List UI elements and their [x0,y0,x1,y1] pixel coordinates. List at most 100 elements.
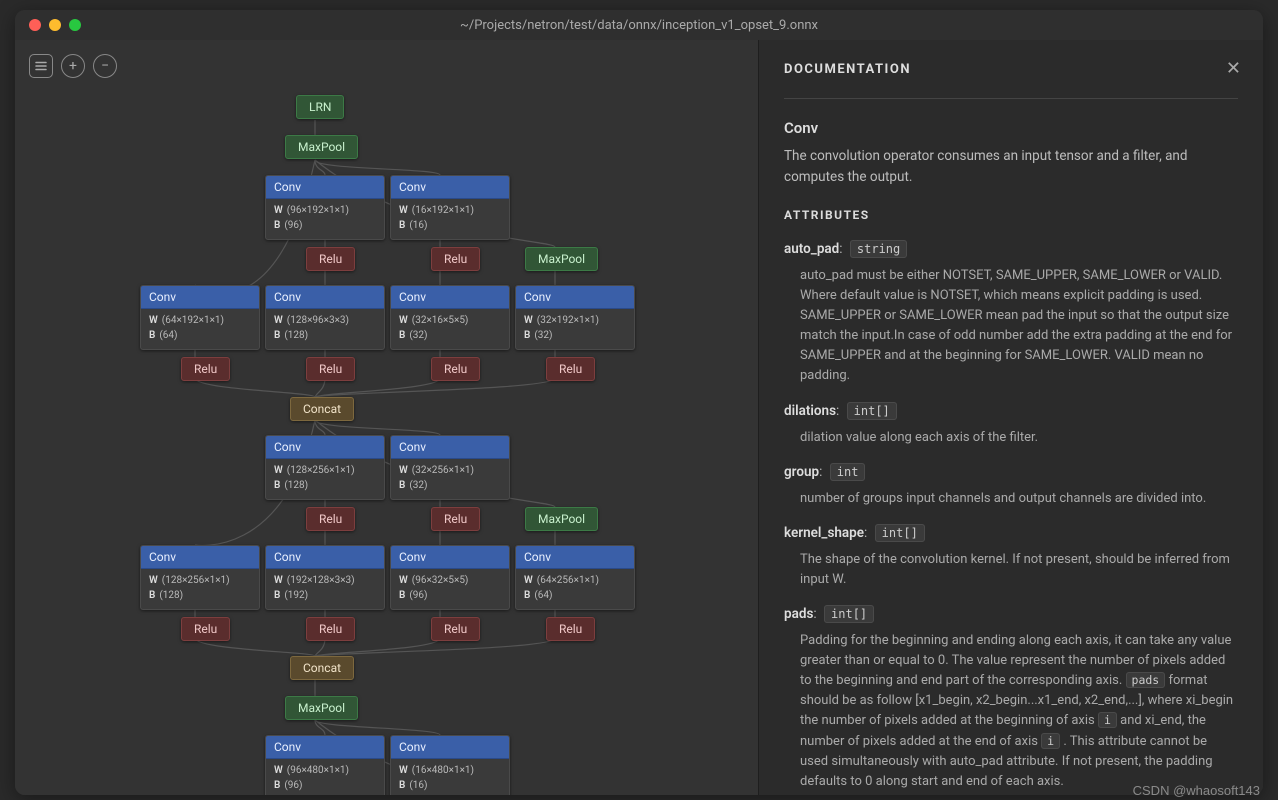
node-concat[interactable]: Concat [290,397,354,421]
attr-name: dilations [784,403,836,419]
node-conv[interactable]: Conv W(32×16×5×5)B(32) [390,285,510,350]
conv-body: W(64×256×1×1)B(64) [516,569,634,609]
conv-header: Conv [141,546,259,569]
conv-header: Conv [266,546,384,569]
node-maxpool[interactable]: MaxPool [525,247,598,271]
node-conv[interactable]: Conv W(128×256×1×1)B(128) [265,435,385,500]
attr-type: int[] [847,402,897,420]
node-maxpool[interactable]: MaxPool [285,696,358,720]
conv-header: Conv [391,436,509,459]
node-relu[interactable]: Relu [431,247,480,271]
conv-header: Conv [516,546,634,569]
close-panel-button[interactable]: ✕ [1226,55,1241,83]
conv-body: W(16×480×1×1)B(16) [391,759,509,795]
conv-header: Conv [266,736,384,759]
menu-icon [34,59,48,73]
graph-canvas[interactable]: + − [15,40,758,795]
node-conv[interactable]: Conv W(16×192×1×1) B(16) [390,175,510,240]
node-conv[interactable]: Conv W(96×192×1×1) B(96) [265,175,385,240]
attr-name: group [784,464,819,480]
zoom-in-button[interactable]: + [61,54,85,78]
op-description: The convolution operator consumes an inp… [784,146,1238,188]
attr-group: group: int number of groups input channe… [784,462,1238,509]
node-maxpool[interactable]: MaxPool [285,135,358,159]
node-conv[interactable]: Conv W(16×480×1×1)B(16) [390,735,510,795]
conv-body: W(96×32×5×5)B(96) [391,569,509,609]
node-relu[interactable]: Relu [546,357,595,381]
conv-body: W(128×96×3×3)B(128) [266,309,384,349]
attr-kernel-shape: kernel_shape: int[] The shape of the con… [784,523,1238,590]
conv-header: Conv [391,546,509,569]
node-maxpool[interactable]: MaxPool [525,507,598,531]
code-pads: pads [1126,672,1166,688]
graph-edges [15,40,758,795]
node-relu[interactable]: Relu [546,617,595,641]
node-conv[interactable]: Conv W(32×256×1×1)B(32) [390,435,510,500]
node-relu[interactable]: Relu [431,617,480,641]
attr-auto-pad: auto_pad: string auto_pad must be either… [784,239,1238,387]
attr-desc: The shape of the convolution kernel. If … [800,550,1238,590]
node-relu[interactable]: Relu [306,617,355,641]
attr-dilations: dilations: int[] dilation value along ea… [784,401,1238,448]
node-concat[interactable]: Concat [290,656,354,680]
attr-desc: Padding for the beginning and ending alo… [800,631,1238,792]
conv-body: W(128×256×1×1)B(128) [266,459,384,499]
attr-desc: number of groups input channels and outp… [800,489,1238,509]
node-conv[interactable]: Conv W(128×96×3×3)B(128) [265,285,385,350]
attr-name: auto_pad [784,241,839,257]
window-title: ~/Projects/netron/test/data/onnx/incepti… [15,18,1263,33]
conv-body: W(32×256×1×1)B(32) [391,459,509,499]
titlebar: ~/Projects/netron/test/data/onnx/incepti… [15,10,1263,40]
node-relu[interactable]: Relu [431,507,480,531]
menu-button[interactable] [29,54,53,78]
conv-header: Conv [391,176,509,199]
documentation-panel[interactable]: ✕ DOCUMENTATION Conv The convolution ope… [758,40,1263,795]
app-window: ~/Projects/netron/test/data/onnx/incepti… [15,10,1263,795]
canvas-toolbar: + − [29,54,117,78]
watermark: CSDN @whaosoft143 [1133,783,1260,798]
node-conv[interactable]: Conv W(96×32×5×5)B(96) [390,545,510,610]
node-relu[interactable]: Relu [306,507,355,531]
attr-type: int [830,463,866,481]
conv-body: W(128×256×1×1)B(128) [141,569,259,609]
zoom-out-button[interactable]: − [93,54,117,78]
body: + − [15,40,1263,795]
node-relu[interactable]: Relu [181,617,230,641]
op-name: Conv [784,117,1238,140]
node-relu[interactable]: Relu [306,247,355,271]
attr-name: pads [784,606,813,622]
divider [784,98,1238,99]
node-conv[interactable]: Conv W(192×128×3×3)B(192) [265,545,385,610]
conv-body: W(96×192×1×1) B(96) [266,199,384,239]
attr-desc: dilation value along each axis of the fi… [800,428,1238,448]
attr-pads: pads: int[] Padding for the beginning an… [784,604,1238,792]
conv-header: Conv [391,286,509,309]
node-conv[interactable]: Conv W(32×192×1×1)B(32) [515,285,635,350]
conv-body: W(192×128×3×3)B(192) [266,569,384,609]
node-relu[interactable]: Relu [306,357,355,381]
node-relu[interactable]: Relu [181,357,230,381]
conv-header: Conv [266,436,384,459]
node-lrn[interactable]: LRN [296,95,344,119]
conv-body: W(32×16×5×5)B(32) [391,309,509,349]
conv-body: W(64×192×1×1)B(64) [141,309,259,349]
attr-desc: auto_pad must be either NOTSET, SAME_UPP… [800,266,1238,387]
node-conv[interactable]: Conv W(64×192×1×1)B(64) [140,285,260,350]
node-conv[interactable]: Conv W(64×256×1×1)B(64) [515,545,635,610]
conv-header: Conv [391,736,509,759]
code-i: i [1041,733,1060,749]
node-conv[interactable]: Conv W(128×256×1×1)B(128) [140,545,260,610]
attr-type: string [850,240,907,258]
conv-header: Conv [266,286,384,309]
attr-type: int[] [824,605,874,623]
node-conv[interactable]: Conv W(96×480×1×1)B(96) [265,735,385,795]
panel-heading: DOCUMENTATION [784,60,1238,80]
conv-body: W(32×192×1×1)B(32) [516,309,634,349]
code-i: i [1098,712,1117,728]
attr-name: kernel_shape [784,525,864,541]
conv-body: W(16×192×1×1) B(16) [391,199,509,239]
conv-body: W(96×480×1×1)B(96) [266,759,384,795]
conv-header: Conv [516,286,634,309]
node-relu[interactable]: Relu [431,357,480,381]
attributes-heading: ATTRIBUTES [784,206,1238,225]
